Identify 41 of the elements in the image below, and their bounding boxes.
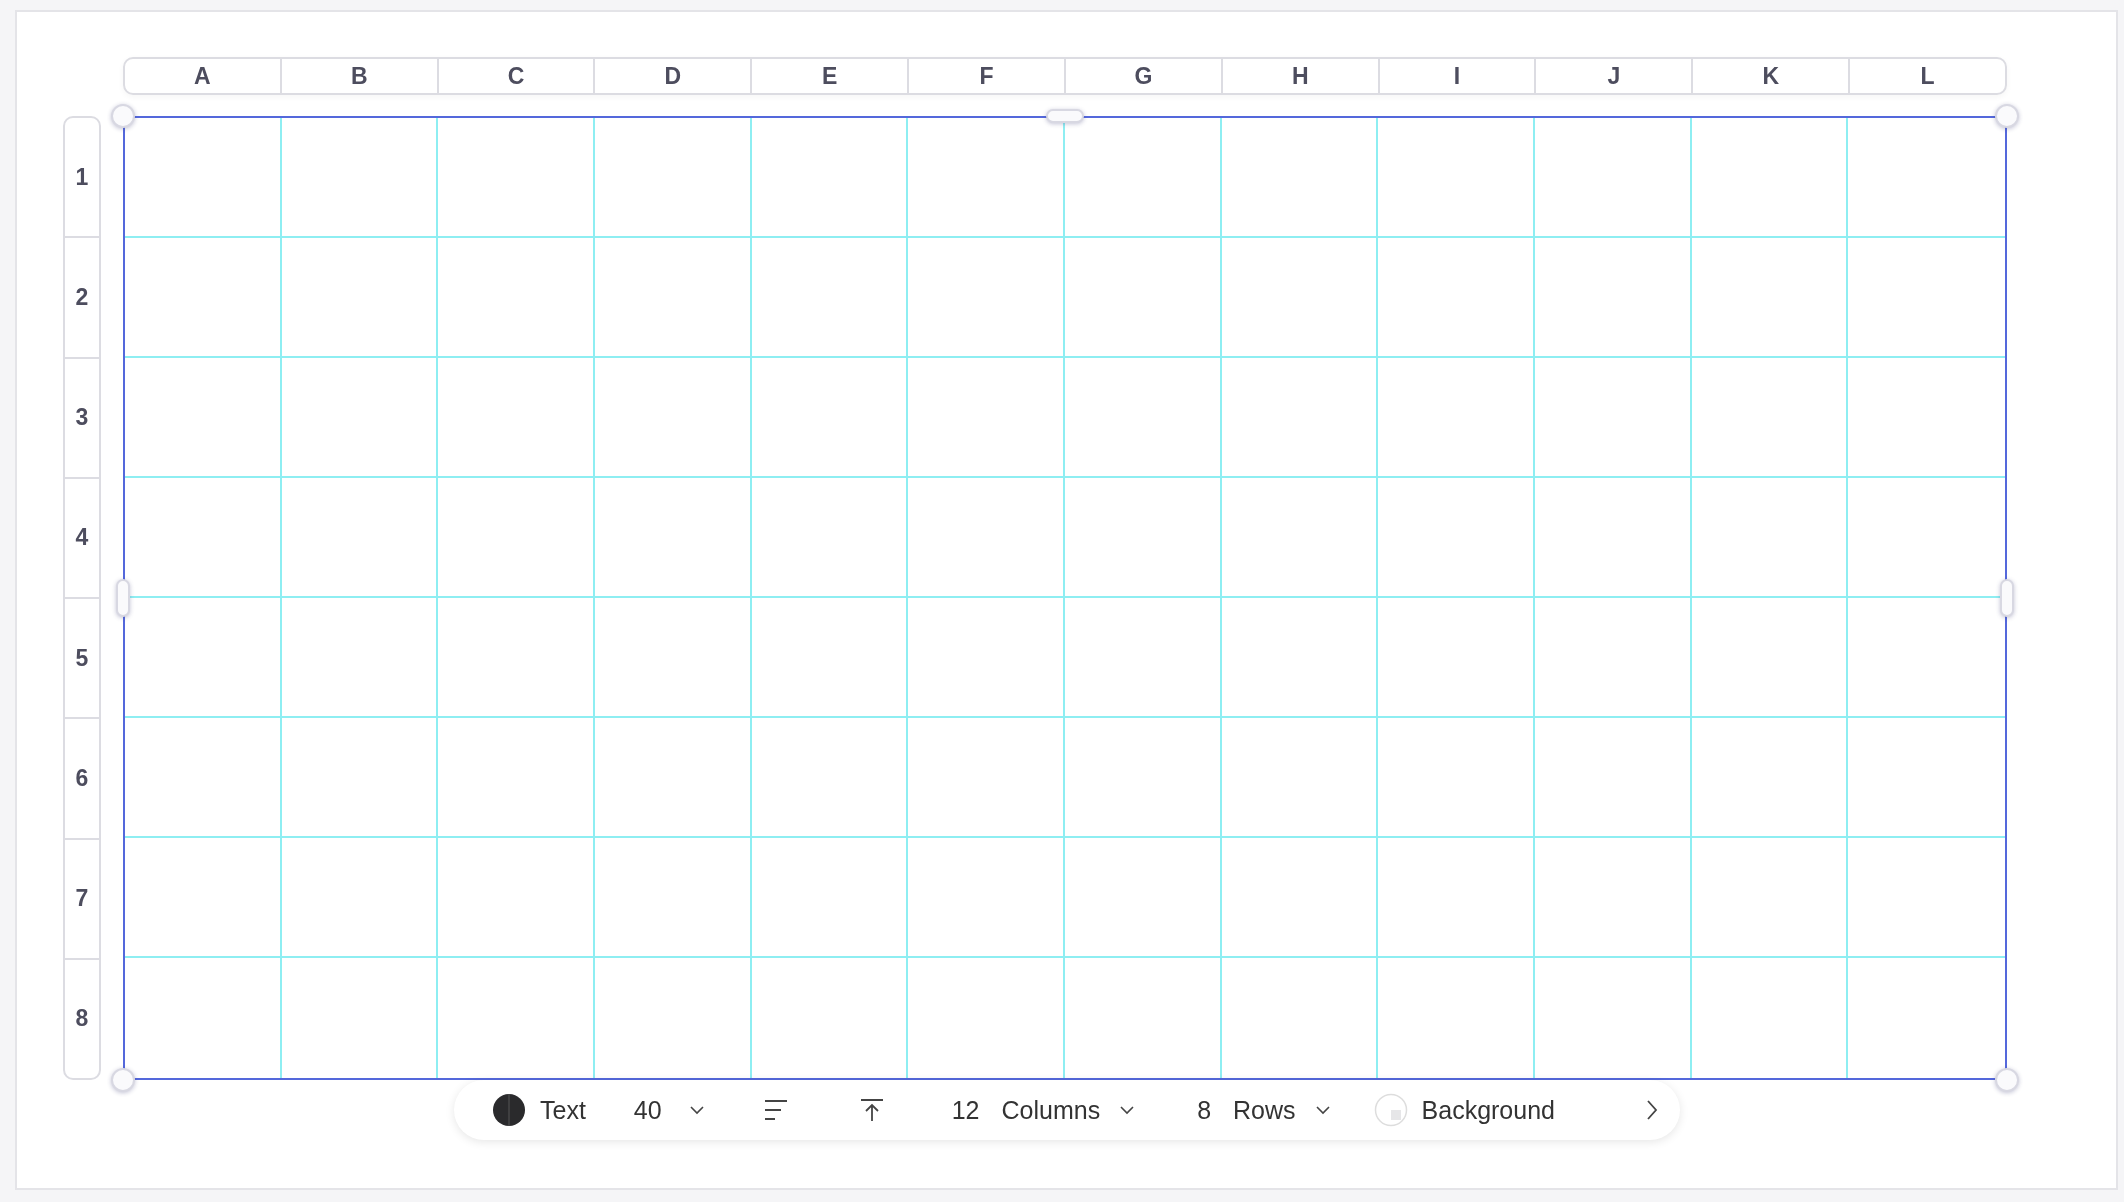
column-header[interactable]: K [1693,59,1851,93]
row-header[interactable]: 1 [65,118,99,239]
resize-handle[interactable] [116,579,130,617]
text-color-button[interactable]: Text [484,1087,594,1133]
column-header[interactable]: L [1850,59,2005,93]
chevron-down-icon [1120,1105,1135,1115]
resize-handle[interactable] [2000,579,2014,617]
column-header[interactable]: J [1536,59,1694,93]
chevron-down-icon [689,1105,704,1115]
column-header[interactable]: H [1222,59,1380,93]
row-header[interactable]: 5 [65,599,99,720]
chevron-down-icon [1315,1105,1330,1115]
background-swatch-icon [1373,1093,1408,1127]
row-header[interactable]: 7 [65,839,99,960]
column-header[interactable]: B [281,59,439,93]
resize-handle[interactable] [111,104,135,128]
column-header[interactable]: E [752,59,910,93]
background-button[interactable]: Background [1365,1087,1563,1133]
align-top-icon [859,1098,884,1122]
column-header[interactable]: C [438,59,596,93]
selected-grid[interactable] [123,116,2007,1080]
chevron-right-icon [1646,1099,1658,1121]
column-header[interactable]: G [1065,59,1223,93]
row-header[interactable]: 6 [65,719,99,840]
align-left-icon [763,1098,788,1122]
resize-handle[interactable] [1995,1068,2019,1092]
columns-dropdown[interactable]: 12 Columns [943,1089,1143,1131]
rows-dropdown[interactable]: 8 Rows [1189,1089,1338,1131]
column-header[interactable]: A [125,59,282,93]
column-header[interactable]: D [595,59,753,93]
font-size-dropdown[interactable]: 40 [625,1089,712,1131]
resize-handle[interactable] [1995,104,2019,128]
resize-handle[interactable] [111,1068,135,1092]
row-header[interactable]: 4 [65,478,99,599]
resize-handle[interactable] [1046,109,1084,123]
row-header[interactable]: 8 [65,959,99,1078]
row-header[interactable]: 3 [65,358,99,479]
column-header[interactable]: I [1379,59,1537,93]
row-header[interactable]: 2 [65,238,99,359]
column-header[interactable]: F [909,59,1066,93]
text-color-swatch-icon [492,1093,526,1127]
